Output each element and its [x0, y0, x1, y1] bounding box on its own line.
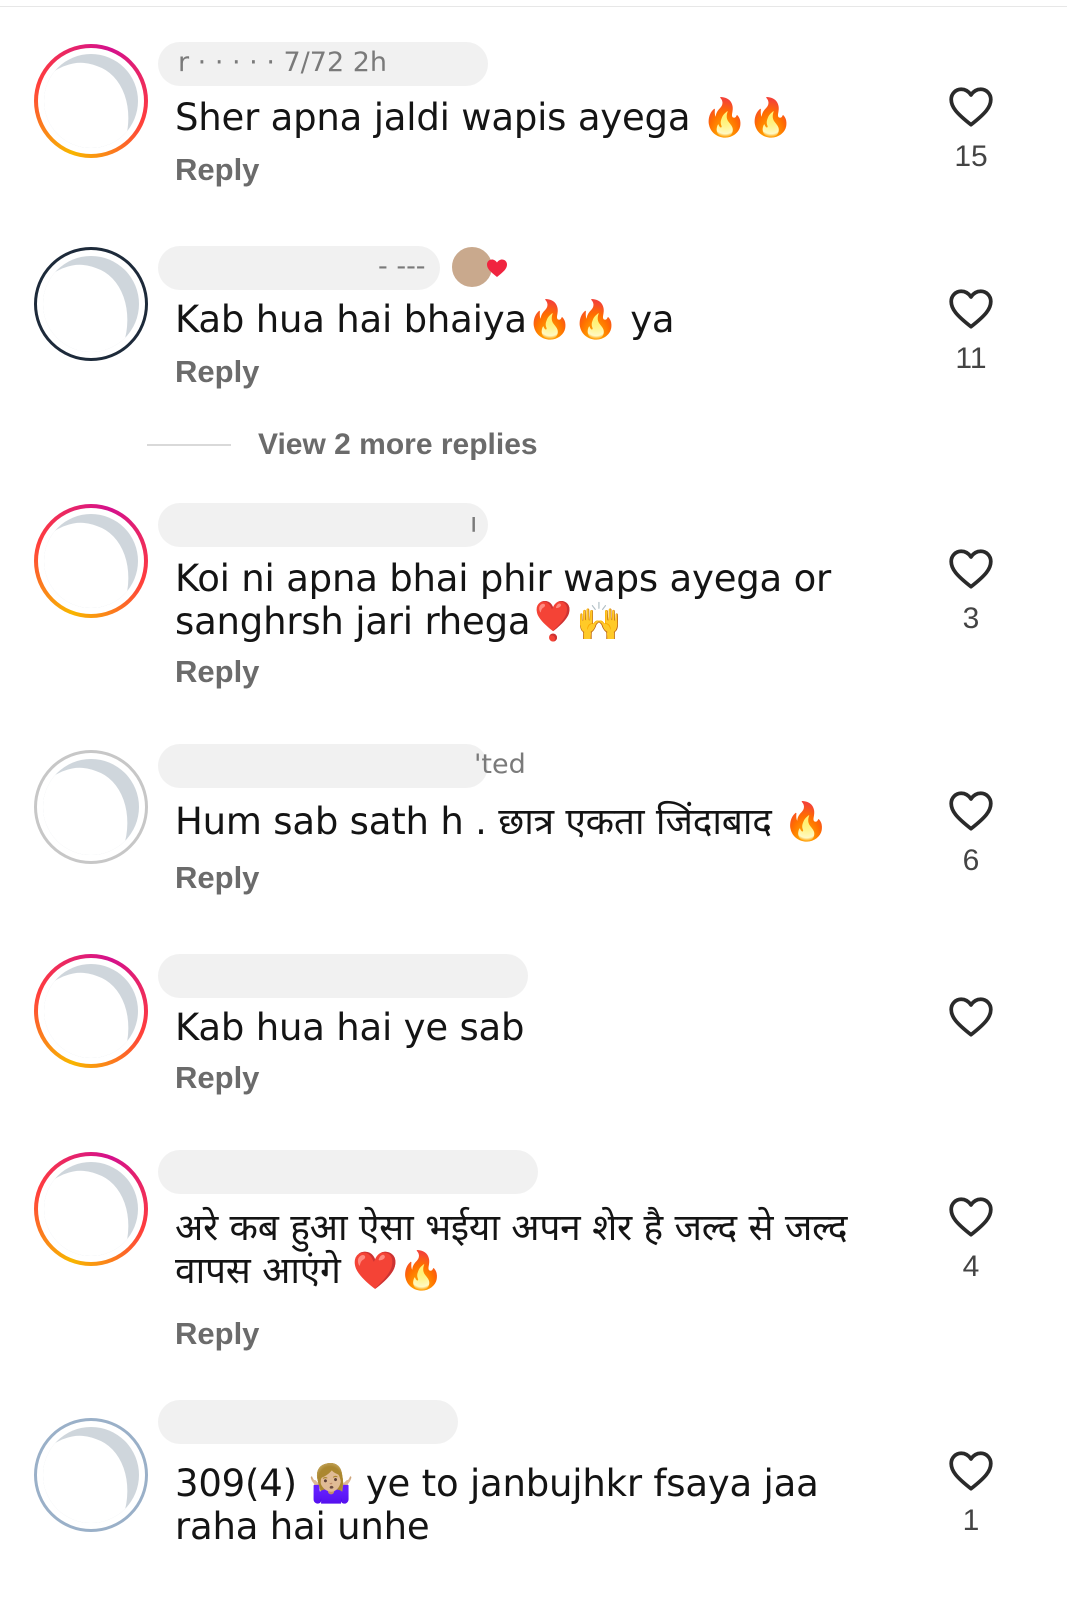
avatar[interactable] [34, 44, 148, 158]
like-count: 3 [962, 602, 980, 635]
view-more-replies-label[interactable]: View 2 more replies [258, 428, 538, 462]
heart-outline-icon [949, 87, 993, 127]
heart-outline-icon [949, 289, 993, 329]
comment-text: Kab hua hai bhaiya🔥🔥 ya [175, 298, 675, 341]
heart-outline-icon [949, 1451, 993, 1491]
avatar[interactable] [34, 504, 148, 618]
comment-text: 309(4) 🤷🏼‍♀️ ye to janbujhkr fsaya jaa r… [175, 1462, 819, 1548]
like-button[interactable] [945, 284, 997, 334]
heart-outline-icon [949, 791, 993, 831]
like-count: 6 [962, 844, 980, 877]
reply-button[interactable]: Reply [175, 654, 259, 690]
comment-text: Sher apna jaldi wapis ayega 🔥🔥 [175, 96, 794, 139]
reply-button[interactable]: Reply [175, 1060, 259, 1096]
avatar[interactable] [34, 750, 148, 864]
like-count: 1 [962, 1504, 980, 1537]
comment-text: अरे कब हुआ ऐसा भईया अपन शेर है जल्द से ज… [175, 1206, 848, 1292]
heart-outline-icon [949, 549, 993, 589]
avatar[interactable] [34, 247, 148, 361]
comment-text: Hum sab sath h . छात्र एकता जिंदाबाद 🔥 [175, 800, 830, 843]
like-button[interactable] [945, 82, 997, 132]
like-button[interactable] [945, 544, 997, 594]
like-count: 4 [962, 1250, 980, 1283]
comment-text: Kab hua hai ye sab [175, 1006, 525, 1049]
reply-button[interactable]: Reply [175, 1316, 259, 1352]
like-button[interactable] [945, 1446, 997, 1496]
red-heart-icon [487, 259, 507, 277]
like-button[interactable] [945, 992, 997, 1042]
like-count: 15 [954, 140, 988, 173]
reply-button[interactable]: Reply [175, 354, 259, 390]
reply-button[interactable]: Reply [175, 860, 259, 896]
like-button[interactable] [945, 1192, 997, 1242]
avatar[interactable] [34, 954, 148, 1068]
avatar[interactable] [34, 1418, 148, 1532]
heart-outline-icon [949, 997, 993, 1037]
like-button[interactable] [945, 786, 997, 836]
reply-button[interactable]: Reply [175, 152, 259, 188]
top-divider [0, 0, 1067, 7]
heart-outline-icon [949, 1197, 993, 1237]
comment-text: Koi ni apna bhai phir waps ayega or sang… [175, 557, 832, 643]
thread-line [147, 444, 231, 446]
like-count: 11 [955, 342, 987, 375]
avatar[interactable] [34, 1152, 148, 1266]
